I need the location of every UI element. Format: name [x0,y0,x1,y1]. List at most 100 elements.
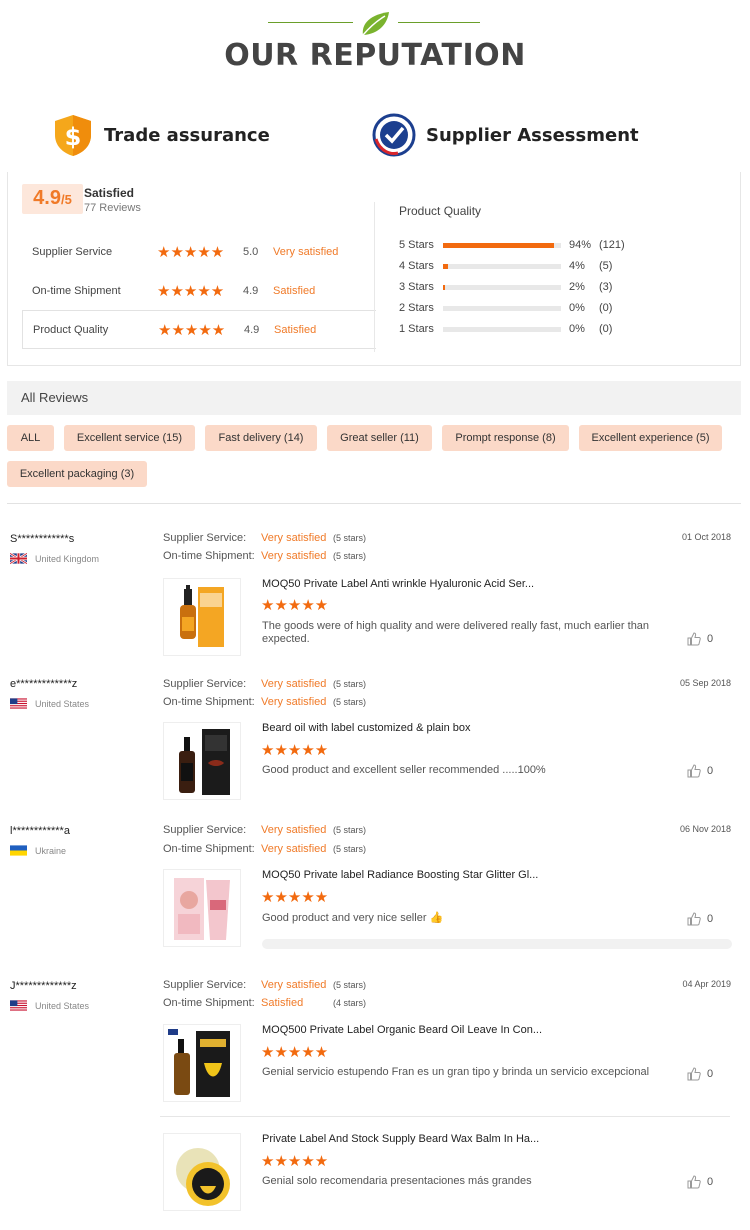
review-user: e*************z [10,678,78,690]
ratings-summary: 4.9 /5 Satisfied 77 Reviews Supplier Ser… [7,172,741,366]
assessment-seal-icon [372,113,416,157]
all-reviews-title: All Reviews [21,390,89,405]
rating-word: Satisfied [274,323,317,336]
rating-label: Supplier Service [32,245,113,258]
distribution-bar [443,243,561,248]
star-rating: ★★★★★ [157,243,225,261]
glow-mask-image [174,878,230,940]
supplier-service-rating: Supplier Service: Very satisfied (5 star… [163,678,366,690]
country-name: United Kingdom [35,553,100,564]
distribution-count: (5) [599,260,613,272]
thumbs-up-icon [687,764,701,778]
product-thumbnail[interactable] [163,722,241,800]
like-button[interactable]: 0 [687,764,713,778]
distribution-bar [443,327,561,332]
filter-tag-all[interactable]: ALL [7,425,54,451]
review-country: United States [10,1000,89,1011]
shipment-stars: (5 stars) [333,697,367,707]
like-button[interactable]: 0 [687,1067,713,1081]
beard-balm-image [176,1148,230,1206]
like-button[interactable]: 0 [687,632,713,646]
review-country: United States [10,698,89,709]
overall-satisfaction: Satisfied [84,186,135,200]
distribution-label: 3 Stars [399,281,434,293]
distribution-percent: 0% [569,323,585,335]
rating-row-ontime-shipment[interactable]: On-time Shipment ★★★★★ 4.9 Satisfied [22,271,376,310]
trade-assurance-badge: $ Trade assurance [52,110,270,160]
svg-text:$: $ [65,123,82,151]
distribution-percent: 4% [569,260,585,272]
header-line-left [268,22,353,23]
star-rating: ★★★★★ [157,282,225,300]
supplier-assessment-label: Supplier Assessment [426,124,639,146]
product-title[interactable]: Beard oil with label customized & plain … [262,722,471,734]
like-button[interactable]: 0 [687,912,713,926]
shipment-stars: (4 stars) [333,998,367,1008]
review-date: 05 Sep 2018 [679,678,731,688]
distribution-count: (0) [599,323,613,335]
rating-value: 4.9 [244,323,260,336]
distribution-bar [443,306,561,311]
product-title[interactable]: Private Label And Stock Supply Beard Wax… [262,1133,539,1145]
distribution-percent: 94% [569,239,592,251]
header-line-right [398,22,480,23]
country-name: United States [35,1000,90,1011]
ukraine-flag-icon [10,845,27,856]
filter-tag-great-seller[interactable]: Great seller (11) [327,425,432,451]
filter-tag-excellent-service[interactable]: Excellent service (15) [64,425,195,451]
filter-tag-fast-delivery[interactable]: Fast delivery (14) [205,425,317,451]
supplier-service-label: Supplier Service: [163,532,247,544]
distribution-title: Product Quality [399,204,482,218]
leaf-icon [362,12,389,36]
product-title[interactable]: MOQ50 Private label Radiance Boosting St… [262,869,538,881]
review-comment: Genial servicio estupendo Fran es un gra… [262,1066,650,1078]
supplier-service-rating: Supplier Service: Very satisfied (5 star… [163,979,366,991]
supplier-service-stars: (5 stars) [333,533,367,543]
review-comment: Genial solo recomendaria presentaciones … [262,1175,532,1187]
distribution-label: 5 Stars [399,239,434,251]
shipment-rating: On-time Shipment: Very satisfied (5 star… [163,550,366,562]
product-title[interactable]: MOQ500 Private Label Organic Beard Oil L… [262,1024,542,1036]
reviews-count: 77 Reviews [84,202,141,214]
shipment-stars: (5 stars) [333,551,367,561]
rating-row-supplier-service[interactable]: Supplier Service ★★★★★ 5.0 Very satisfie… [22,232,376,271]
supplier-service-word: Very satisfied [261,532,327,544]
thumbs-up-icon [687,632,701,646]
filter-tag-excellent-experience[interactable]: Excellent experience (5) [579,425,722,451]
distribution-row: 1 Stars 0% (0) [399,320,739,340]
rating-label: Product Quality [33,323,109,336]
like-button[interactable]: 0 [687,1175,713,1189]
overall-score: 4.9 /5 [22,184,83,214]
like-count: 0 [707,913,714,925]
product-thumbnail[interactable] [163,578,241,656]
review-user: l************a [10,825,70,837]
shipment-word: Very satisfied [261,550,327,562]
us-flag-icon [10,698,27,709]
thumbs-up-icon [687,912,701,926]
page-title: OUR REPUTATION [224,38,526,73]
like-count: 0 [707,1068,714,1080]
product-thumbnail[interactable] [163,1133,241,1211]
distribution-bar-fill [443,264,448,269]
trade-assurance-label: Trade assurance [104,124,270,146]
product-thumbnail[interactable] [163,869,241,947]
shipment-rating: On-time Shipment: Very satisfied (5 star… [163,696,366,708]
star-rating: ★★★★★ [158,321,226,339]
filter-tag-prompt-response[interactable]: Prompt response (8) [442,425,569,451]
product-star-rating: ★★★★★ [261,742,329,759]
rating-row-product-quality[interactable]: Product Quality ★★★★★ 4.9 Satisfied [22,310,376,349]
filter-tag-excellent-packaging[interactable]: Excellent packaging (3) [7,461,147,487]
product-star-rating: ★★★★★ [261,1044,329,1061]
distribution-bar [443,285,561,290]
review-country: Ukraine [10,845,66,856]
supplier-service-word: Very satisfied [261,979,327,991]
shipment-word: Satisfied [261,997,304,1009]
distribution-bar [443,264,561,269]
review-user: S************s [10,533,75,545]
product-thumbnail[interactable] [163,1024,241,1102]
distribution-count: (121) [599,239,625,251]
thumbs-up-icon [687,1175,701,1189]
horizontal-scrollbar[interactable] [262,939,732,949]
distribution-percent: 0% [569,302,585,314]
product-title[interactable]: MOQ50 Private Label Anti wrinkle Hyaluro… [262,578,534,590]
